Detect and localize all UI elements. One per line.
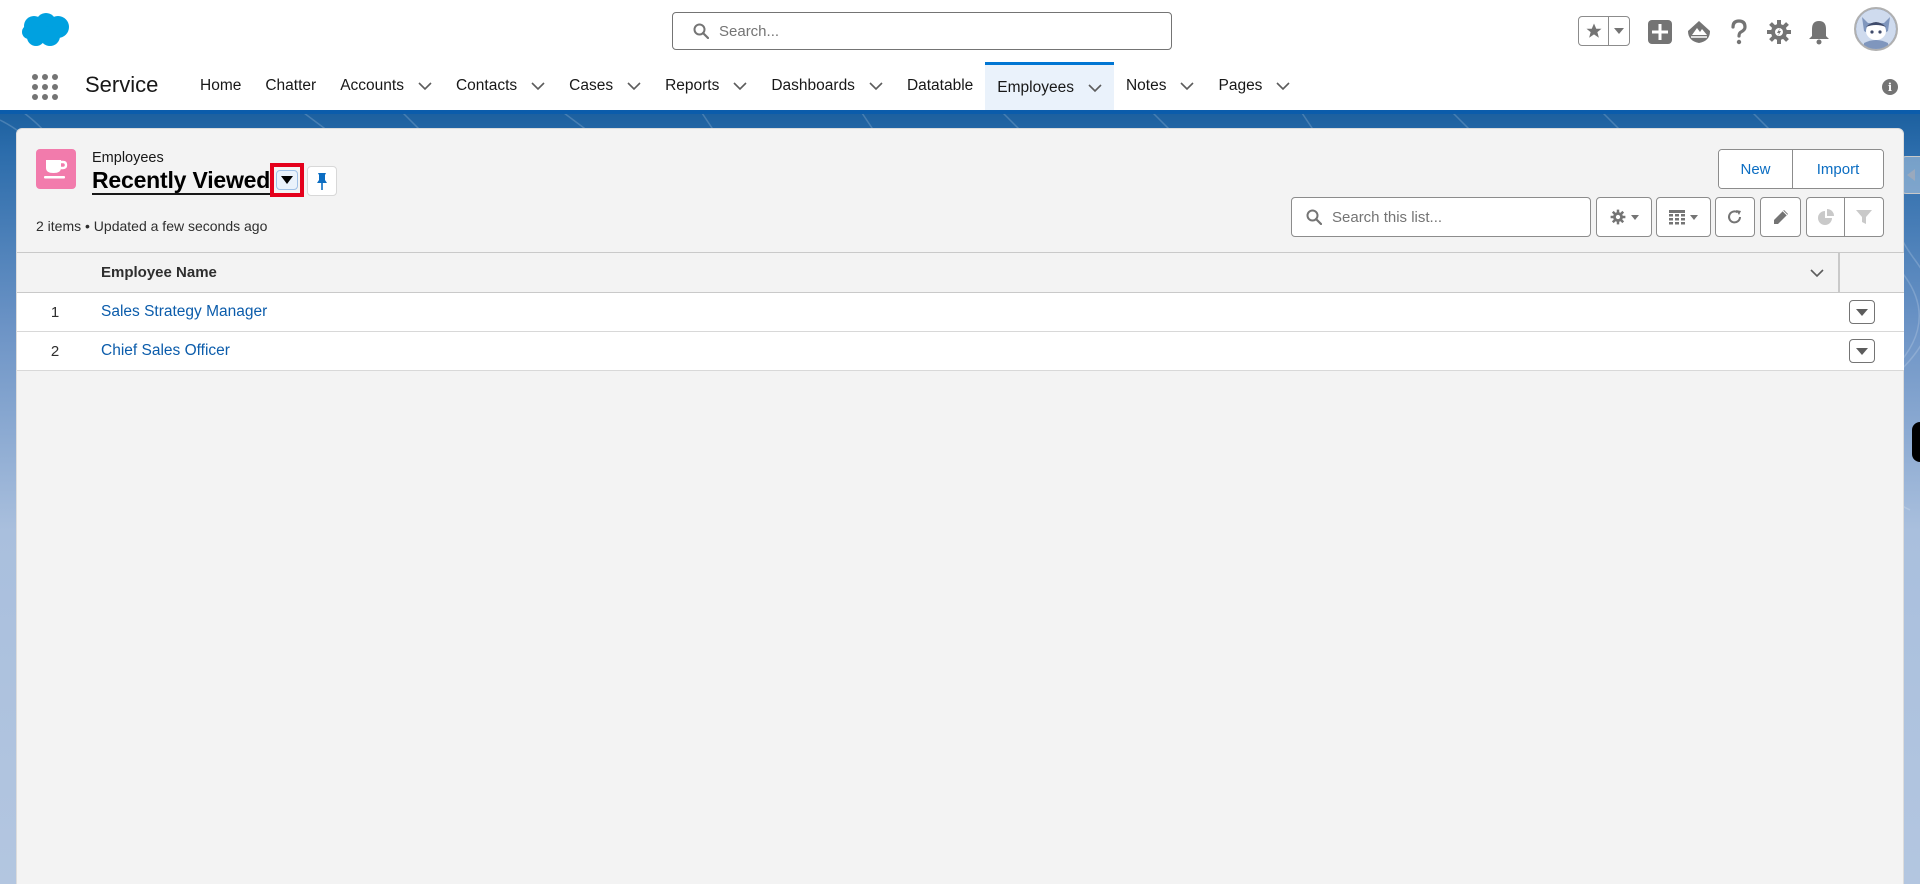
app-name: Service xyxy=(85,72,159,97)
nav-tab-label: Pages xyxy=(1218,77,1263,94)
search-icon xyxy=(693,23,709,39)
info-icon[interactable]: i xyxy=(1882,79,1898,95)
nav-tab-label: Home xyxy=(200,77,242,94)
table-grid-icon xyxy=(1669,209,1685,224)
nav-tab-contacts[interactable]: Contacts xyxy=(444,62,557,110)
new-button[interactable]: New xyxy=(1719,150,1793,188)
search-icon xyxy=(1306,209,1322,225)
row-actions-button[interactable] xyxy=(1849,339,1875,363)
caret-down-icon xyxy=(1856,308,1868,316)
filters-button[interactable] xyxy=(1845,198,1883,236)
setup-gear-icon[interactable] xyxy=(1765,18,1793,46)
chevron-down-icon[interactable] xyxy=(733,79,747,93)
display-as-button[interactable] xyxy=(1656,197,1711,237)
nav-tab-label: Notes xyxy=(1125,77,1167,94)
global-actions-plus-icon[interactable] xyxy=(1646,18,1674,46)
global-header xyxy=(0,0,1920,62)
app-navigation-bar: Service Home Chatter Accounts Contacts Cases… xyxy=(0,62,1920,110)
global-search-input[interactable] xyxy=(719,22,1139,40)
nav-tab-label: Accounts xyxy=(340,77,404,94)
nav-tab-notes[interactable]: Notes xyxy=(1114,62,1207,110)
chevron-down-icon[interactable] xyxy=(531,79,545,93)
table-body: 1 Sales Strategy Manager 2 Chief Sales Offi… xyxy=(17,293,1904,371)
filter-funnel-icon xyxy=(1856,210,1872,224)
nav-tab-label: Dashboards xyxy=(771,77,855,94)
nav-tab-pages[interactable]: Pages xyxy=(1206,62,1302,110)
nav-tab-label: Employees xyxy=(997,78,1074,96)
app-launcher-waffle-icon[interactable] xyxy=(30,72,58,100)
import-button[interactable]: Import xyxy=(1793,150,1883,188)
pencil-icon xyxy=(1773,210,1788,224)
user-avatar[interactable] xyxy=(1854,7,1898,51)
nav-tab-label: Datatable xyxy=(906,77,974,94)
nav-tab-dashboards[interactable]: Dashboards xyxy=(759,62,895,110)
employee-name-link[interactable]: Sales Strategy Manager xyxy=(101,303,267,321)
chevron-down-icon[interactable] xyxy=(869,79,883,93)
nav-tabs: Home Chatter Accounts Contacts Cases Reports D… xyxy=(188,62,1302,110)
list-actions-button-group: New Import xyxy=(1718,149,1884,189)
refresh-button[interactable] xyxy=(1715,197,1755,237)
row-number: 2 xyxy=(50,342,60,360)
nav-tab-employees[interactable]: Employees xyxy=(985,62,1114,110)
nav-tab-label: Cases xyxy=(569,77,614,94)
column-actions-chevron-icon[interactable] xyxy=(1809,265,1825,281)
charts-button[interactable] xyxy=(1807,198,1845,236)
table-header-row: Employee Name xyxy=(17,252,1904,293)
nav-tab-reports[interactable]: Reports xyxy=(653,62,759,110)
salesforce-logo[interactable] xyxy=(20,12,72,48)
chevron-down-icon[interactable] xyxy=(418,79,432,93)
nav-tab-label: Chatter xyxy=(265,77,317,94)
list-search-input[interactable] xyxy=(1332,208,1572,226)
notifications-bell-icon[interactable] xyxy=(1805,18,1833,46)
caret-down-icon xyxy=(1630,214,1639,220)
gear-icon xyxy=(1610,209,1625,225)
trailhead-guidance-icon[interactable] xyxy=(1685,18,1713,46)
nav-bottom-border xyxy=(0,110,1920,114)
list-view-card: Employees Recently Viewed 2 items • Upda… xyxy=(16,128,1904,884)
pie-chart-icon xyxy=(1817,209,1834,225)
list-view-title[interactable]: Recently Viewed xyxy=(92,167,270,194)
object-label: Employees xyxy=(92,150,164,166)
favorites-dropdown-icon[interactable] xyxy=(1609,17,1629,45)
column-resize-handle[interactable] xyxy=(1838,253,1840,293)
nav-tab-accounts[interactable]: Accounts xyxy=(328,62,444,110)
employee-name-link[interactable]: Chief Sales Officer xyxy=(101,342,230,360)
favorites-button-group xyxy=(1578,16,1630,46)
table-row: 1 Sales Strategy Manager xyxy=(17,293,1904,332)
pin-icon xyxy=(317,173,327,190)
chevron-down-icon[interactable] xyxy=(1180,79,1195,93)
list-view-controls-button[interactable] xyxy=(1596,197,1652,237)
favorites-star-icon[interactable] xyxy=(1579,17,1609,45)
chevron-down-icon[interactable] xyxy=(627,79,641,93)
nav-tab-label: Reports xyxy=(665,77,720,94)
list-view-table: Employee Name 1 Sales Strategy Manager 2 Ch… xyxy=(17,252,1904,371)
nav-tab-label: Contacts xyxy=(455,77,518,94)
charts-filters-button-group xyxy=(1806,197,1884,237)
nav-tab-chatter[interactable]: Chatter xyxy=(253,62,328,110)
caret-down-icon xyxy=(1856,347,1868,355)
row-number: 1 xyxy=(50,303,60,321)
coffee-cup-icon xyxy=(36,149,76,189)
side-panel-tab[interactable] xyxy=(1912,422,1920,462)
help-icon[interactable] xyxy=(1725,18,1753,46)
select-list-view-button[interactable] xyxy=(270,163,305,197)
list-view-title-area: Recently Viewed xyxy=(92,163,305,197)
chevron-down-icon[interactable] xyxy=(1276,79,1291,93)
list-view-status: 2 items • Updated a few seconds ago xyxy=(36,218,268,234)
row-actions-button[interactable] xyxy=(1849,300,1875,324)
refresh-icon xyxy=(1728,210,1741,224)
nav-tab-datatable[interactable]: Datatable xyxy=(895,62,985,110)
list-search-box[interactable] xyxy=(1291,197,1591,237)
table-row: 2 Chief Sales Officer xyxy=(17,332,1904,371)
caret-down-icon xyxy=(1690,214,1698,220)
column-header-employee-name[interactable]: Employee Name xyxy=(101,264,217,281)
pin-list-view-button[interactable] xyxy=(307,166,337,196)
nav-tab-home[interactable]: Home xyxy=(188,62,253,110)
global-search-box[interactable] xyxy=(672,12,1172,50)
nav-tab-cases[interactable]: Cases xyxy=(557,62,653,110)
edit-list-button[interactable] xyxy=(1760,197,1801,237)
chevron-down-icon[interactable] xyxy=(1088,81,1102,95)
chevron-down-icon xyxy=(281,176,294,184)
